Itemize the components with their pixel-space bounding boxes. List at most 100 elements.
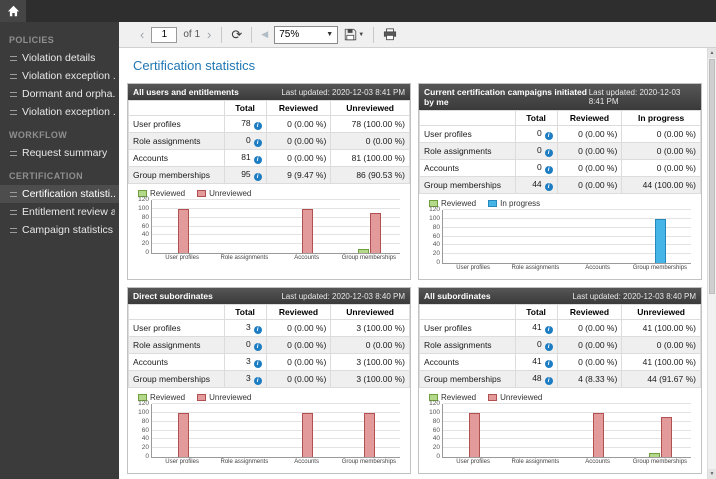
row-label-cell: User profiles [419, 125, 516, 143]
info-icon[interactable]: i [544, 360, 553, 368]
stats-panel: Current certification campaigns initiate… [418, 83, 702, 280]
reviewed-cell: 0 (0.00 %) [265, 132, 332, 150]
info-icon[interactable]: i [544, 326, 553, 334]
info-icon[interactable]: i [253, 173, 262, 181]
sidebar-item[interactable]: Violation details [0, 49, 119, 67]
bar-group [505, 210, 567, 263]
column-header: Unreviewed [330, 100, 410, 116]
total-value: 3 [245, 373, 251, 383]
list-item-icon [10, 91, 17, 97]
unreviewed-cell: 3 (100.00 %) [330, 353, 410, 371]
scrollbar-thumb[interactable] [709, 59, 715, 294]
total-value: 3 [245, 356, 251, 366]
sidebar-item[interactable]: Request summary [0, 144, 119, 162]
unreviewed-cell: 0 (0.00 %) [621, 336, 701, 354]
sidebar-item-label: Entitlement review a... [22, 206, 115, 218]
bar-reviewed [357, 248, 369, 253]
scroll-up-button[interactable]: ▲ [708, 48, 716, 58]
column-header: Unreviewed [621, 304, 701, 320]
panel-title: Direct subordinates [133, 291, 213, 301]
scroll-down-button[interactable]: ▼ [708, 469, 716, 479]
chart-plot-area: 0 20 40 60 80 100 120 [429, 206, 691, 266]
legend-swatch [488, 394, 498, 401]
row-label-cell: Role assignments [128, 336, 225, 354]
y-tick-label: 80 [432, 417, 440, 425]
last-updated-label: Last updated: 2020-12-03 8:40 PM [572, 291, 696, 301]
table-row: Role assignments 0 i 0 (0.00 %) 0 (0.00 %) [419, 142, 701, 160]
save-export-button[interactable]: ▼ [344, 28, 364, 41]
print-button[interactable] [383, 28, 397, 41]
zoom-dropdown[interactable]: 75% ▼ [274, 25, 339, 44]
sidebar-item[interactable]: Violation exception ... [0, 103, 119, 121]
row-label-cell: Role assignments [128, 132, 225, 150]
total-cell: 0i [514, 336, 558, 354]
legend-label: In progress [500, 199, 541, 208]
info-icon[interactable]: i [544, 343, 553, 351]
info-icon[interactable]: i [253, 139, 262, 147]
x-axis-label: Role assignments [511, 265, 560, 271]
back-icon[interactable]: ◀ [261, 29, 268, 40]
row-label-cell: User profiles [128, 115, 225, 133]
last-updated-label: Last updated: 2020-12-03 8:41 PM [281, 87, 405, 97]
bar-chart: 0 20 40 60 80 100 120 User profiles Role assignm… [134, 196, 400, 261]
bar-chart: 0 20 40 60 80 100 120 User profiles Role assignm… [134, 400, 400, 465]
row-label-cell: Group memberships [128, 166, 225, 184]
x-axis-label: Accounts [585, 265, 610, 271]
legend-swatch [197, 394, 207, 401]
chevron-down-icon: ▼ [358, 31, 365, 38]
bar-group [443, 404, 505, 457]
reviewed-cell: 9 (9.47 %) [265, 166, 332, 184]
info-icon[interactable]: i [544, 166, 553, 174]
bar-group [629, 404, 691, 457]
y-tick-label: 60 [141, 222, 149, 230]
next-page-button[interactable]: › [206, 28, 212, 41]
info-icon[interactable]: i [253, 343, 262, 351]
row-label-cell: Accounts [128, 149, 225, 167]
info-icon[interactable]: i [544, 149, 553, 157]
row-label-cell: Group memberships [419, 370, 516, 388]
sidebar-item[interactable]: Entitlement review a... [0, 203, 119, 221]
table-header-row: Total Reviewed Unreviewed [128, 304, 410, 320]
stats-table: Total Reviewed Unreviewed User profiles 41 i 0… [419, 304, 701, 388]
vertical-scrollbar[interactable]: ▲ ▼ [707, 48, 716, 479]
list-item-icon [10, 209, 17, 215]
total-value: 0 [536, 162, 542, 172]
table-row: Group memberships 3 i 0 (0.00 %) 3 (100.00 %… [128, 370, 410, 388]
panels-grid: All users and entitlements Last updated: … [127, 83, 702, 474]
sidebar-item[interactable]: Campaign statistics [0, 221, 119, 239]
sidebar-item[interactable]: Violation exception ... [0, 67, 119, 85]
sidebar-item[interactable]: Dormant and orpha... [0, 85, 119, 103]
top-bar [0, 0, 716, 22]
panel-title: All subordinates [424, 291, 491, 301]
info-icon[interactable]: i [544, 377, 553, 385]
info-icon[interactable]: i [253, 156, 262, 164]
row-label-cell: Accounts [128, 353, 225, 371]
save-icon [345, 28, 357, 41]
chart-legend: Reviewed Unreviewed [138, 189, 410, 198]
y-tick-label: 100 [138, 408, 149, 416]
info-icon[interactable]: i [253, 326, 262, 334]
blank-header-cell [419, 110, 516, 126]
table-row: Accounts 0 i 0 (0.00 %) 0 (0.00 %) [419, 159, 701, 177]
home-button[interactable] [0, 0, 26, 22]
chart-plot-area: 0 20 40 60 80 100 120 [138, 400, 400, 460]
legend-label: Unreviewed [209, 189, 252, 198]
info-icon[interactable]: i [544, 183, 553, 191]
previous-page-button[interactable]: ‹ [139, 28, 145, 41]
y-tick-label: 40 [141, 435, 149, 443]
refresh-icon[interactable]: ⟳ [231, 28, 242, 41]
table-row: Group memberships 48 i 4 (8.33 %) 44 (91.67 … [419, 370, 701, 388]
total-cell: 0i [223, 336, 267, 354]
unreviewed-cell: 3 (100.00 %) [330, 319, 410, 337]
info-icon[interactable]: i [253, 122, 262, 130]
stats-table: Total Reviewed In progress User profiles 0 i 0… [419, 110, 701, 194]
page-number-input[interactable] [151, 26, 178, 43]
sidebar-item[interactable]: Certification statisti... [0, 185, 119, 203]
total-value: 48 [532, 373, 542, 383]
bar-chart: 0 20 40 60 80 100 120 User profiles Role assignm… [425, 206, 691, 271]
bar-group [276, 200, 338, 253]
info-icon[interactable]: i [253, 377, 262, 385]
column-header: Reviewed [265, 100, 332, 116]
info-icon[interactable]: i [544, 132, 553, 140]
info-icon[interactable]: i [253, 360, 262, 368]
